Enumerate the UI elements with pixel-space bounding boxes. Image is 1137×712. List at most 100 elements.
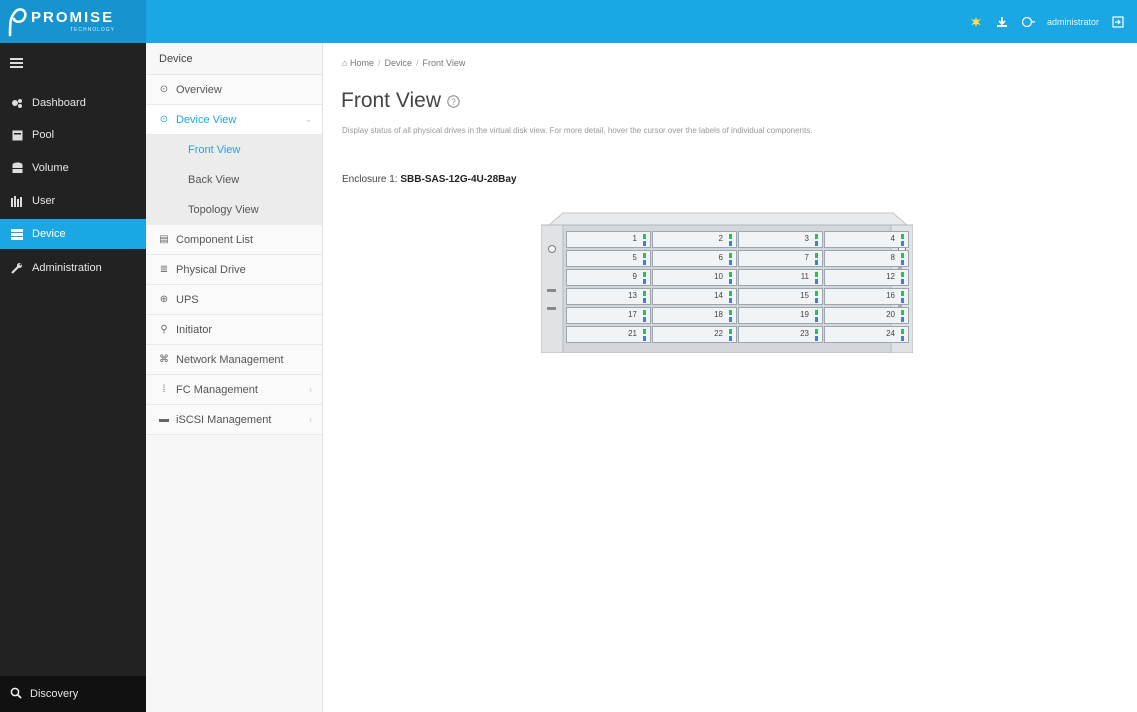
sidebar-item-dashboard[interactable]: Dashboard [0, 88, 146, 118]
breadcrumb: ⌂ Home / Device / Front View [342, 58, 466, 68]
drive-bay[interactable]: 16 [824, 288, 909, 305]
breadcrumb-home[interactable]: Home [350, 58, 374, 68]
sidebar-item-label: Discovery [30, 688, 79, 700]
menu-toggle-icon[interactable] [10, 58, 23, 68]
status-led-icon [729, 310, 732, 315]
breadcrumb-device[interactable]: Device [384, 58, 412, 68]
volume-icon [10, 162, 24, 174]
drive-bay-number: 22 [714, 329, 723, 338]
sidebar-item-discovery[interactable]: Discovery [0, 676, 146, 712]
physical-drive-icon: ≣ [159, 264, 169, 275]
submenu-item-front-view[interactable]: Front View [146, 135, 322, 165]
status-led-icon [815, 234, 818, 239]
status-led-icon [815, 272, 818, 277]
drive-bay[interactable]: 7 [738, 250, 823, 267]
drive-bay[interactable]: 20 [824, 307, 909, 324]
drive-bay[interactable]: 11 [738, 269, 823, 286]
submenu-item-label: Network Management [176, 353, 284, 366]
sidebar-item-user[interactable]: User [0, 186, 146, 216]
wrench-icon [10, 262, 24, 274]
drive-bay[interactable]: 6 [652, 250, 737, 267]
drive-bay[interactable]: 15 [738, 288, 823, 305]
drive-bay-number: 4 [890, 234, 895, 243]
power-icon[interactable] [1021, 15, 1035, 29]
page-title-text: Front View [341, 89, 441, 112]
status-led-icon [729, 329, 732, 334]
device-view-icon: ⊙ [159, 114, 169, 125]
activity-led-icon [815, 279, 818, 284]
drive-bay[interactable]: 2 [652, 231, 737, 248]
drive-bay[interactable]: 21 [566, 326, 651, 343]
sidebar-item-administration[interactable]: Administration [0, 253, 146, 283]
submenu-item-physical-drive[interactable]: ≣ Physical Drive [146, 255, 322, 285]
status-led-icon [901, 234, 904, 239]
drive-bay[interactable]: 1 [566, 231, 651, 248]
activity-led-icon [901, 279, 904, 284]
enclosure-front-view[interactable]: 1 2 3 4 5 6 7 8 9 10 11 12 13 14 15 16 17 18 19 20 21 22 23 24 [541, 203, 913, 353]
drive-bay[interactable]: 12 [824, 269, 909, 286]
sidebar-item-pool[interactable]: Pool [0, 120, 146, 150]
svg-text:?: ? [451, 97, 456, 106]
activity-led-icon [901, 336, 904, 341]
drive-bay-number: 16 [886, 291, 895, 300]
logout-icon[interactable] [1111, 15, 1125, 29]
activity-led-icon [815, 298, 818, 303]
submenu-item-device-view[interactable]: ⊙ Device View ⌄ [146, 105, 322, 135]
brand-logo[interactable]: PROMISE TECHNOLOGY [0, 0, 146, 43]
activity-led-icon [729, 260, 732, 265]
submenu-item-initiator[interactable]: ⚲ Initiator [146, 315, 322, 345]
enclosure-prefix: Enclosure 1: [342, 174, 398, 185]
chevron-left-icon: ‹ [309, 385, 312, 394]
sidebar-item-label: Pool [32, 129, 55, 141]
submenu-item-back-view[interactable]: Back View [146, 165, 322, 195]
device-submenu: Device ⊙ Overview ⊙ Device View ⌄ Front … [146, 43, 323, 712]
drive-bay[interactable]: 22 [652, 326, 737, 343]
status-led-icon [729, 253, 732, 258]
drive-bay[interactable]: 8 [824, 250, 909, 267]
submenu-item-ups[interactable]: ⊕ UPS [146, 285, 322, 315]
sidebar-item-label: Device [32, 228, 66, 240]
alert-icon[interactable] [969, 15, 983, 29]
sidebar-item-label: Dashboard [32, 97, 86, 109]
main-sidebar: Dashboard Pool Volume User Device Admini… [0, 43, 146, 712]
drive-bay[interactable]: 10 [652, 269, 737, 286]
iscsi-icon: ▬ [159, 414, 169, 425]
user-menu[interactable]: administrator [1047, 17, 1099, 27]
drive-bay-number: 21 [628, 329, 637, 338]
sidebar-item-device[interactable]: Device [0, 219, 146, 249]
drive-bay[interactable]: 14 [652, 288, 737, 305]
drive-bay-number: 6 [718, 253, 723, 262]
sidebar-item-label: Volume [32, 162, 69, 174]
activity-led-icon [729, 279, 732, 284]
drive-bay[interactable]: 17 [566, 307, 651, 324]
drive-bay[interactable]: 4 [824, 231, 909, 248]
drive-bay[interactable]: 24 [824, 326, 909, 343]
network-icon: ⌘ [159, 354, 169, 365]
download-icon[interactable] [995, 15, 1009, 29]
submenu-item-network-management[interactable]: ⌘ Network Management [146, 345, 322, 375]
drive-bay-number: 3 [804, 234, 809, 243]
submenu-item-topology-view[interactable]: Topology View [146, 195, 322, 225]
submenu-item-iscsi-management[interactable]: ▬ iSCSI Management ‹ [146, 405, 322, 435]
submenu-item-label: Back View [188, 174, 240, 186]
submenu-item-overview[interactable]: ⊙ Overview [146, 75, 322, 105]
drive-bay-number: 8 [890, 253, 895, 262]
user-icon [10, 195, 24, 207]
drive-bay[interactable]: 3 [738, 231, 823, 248]
drive-bay-number: 20 [886, 310, 895, 319]
drive-bay[interactable]: 19 [738, 307, 823, 324]
drive-bay-number: 10 [714, 272, 723, 281]
status-led-icon [643, 329, 646, 334]
drive-bay[interactable]: 23 [738, 326, 823, 343]
activity-led-icon [815, 317, 818, 322]
drive-bay[interactable]: 13 [566, 288, 651, 305]
page-description: Display status of all physical drives in… [342, 126, 813, 135]
drive-bay[interactable]: 9 [566, 269, 651, 286]
help-icon[interactable]: ? [447, 94, 460, 108]
sidebar-item-volume[interactable]: Volume [0, 153, 146, 183]
submenu-item-fc-management[interactable]: ⁞ FC Management ‹ [146, 375, 322, 405]
submenu-title: Device [146, 43, 322, 75]
submenu-item-component-list[interactable]: ▤ Component List [146, 225, 322, 255]
drive-bay[interactable]: 18 [652, 307, 737, 324]
drive-bay[interactable]: 5 [566, 250, 651, 267]
